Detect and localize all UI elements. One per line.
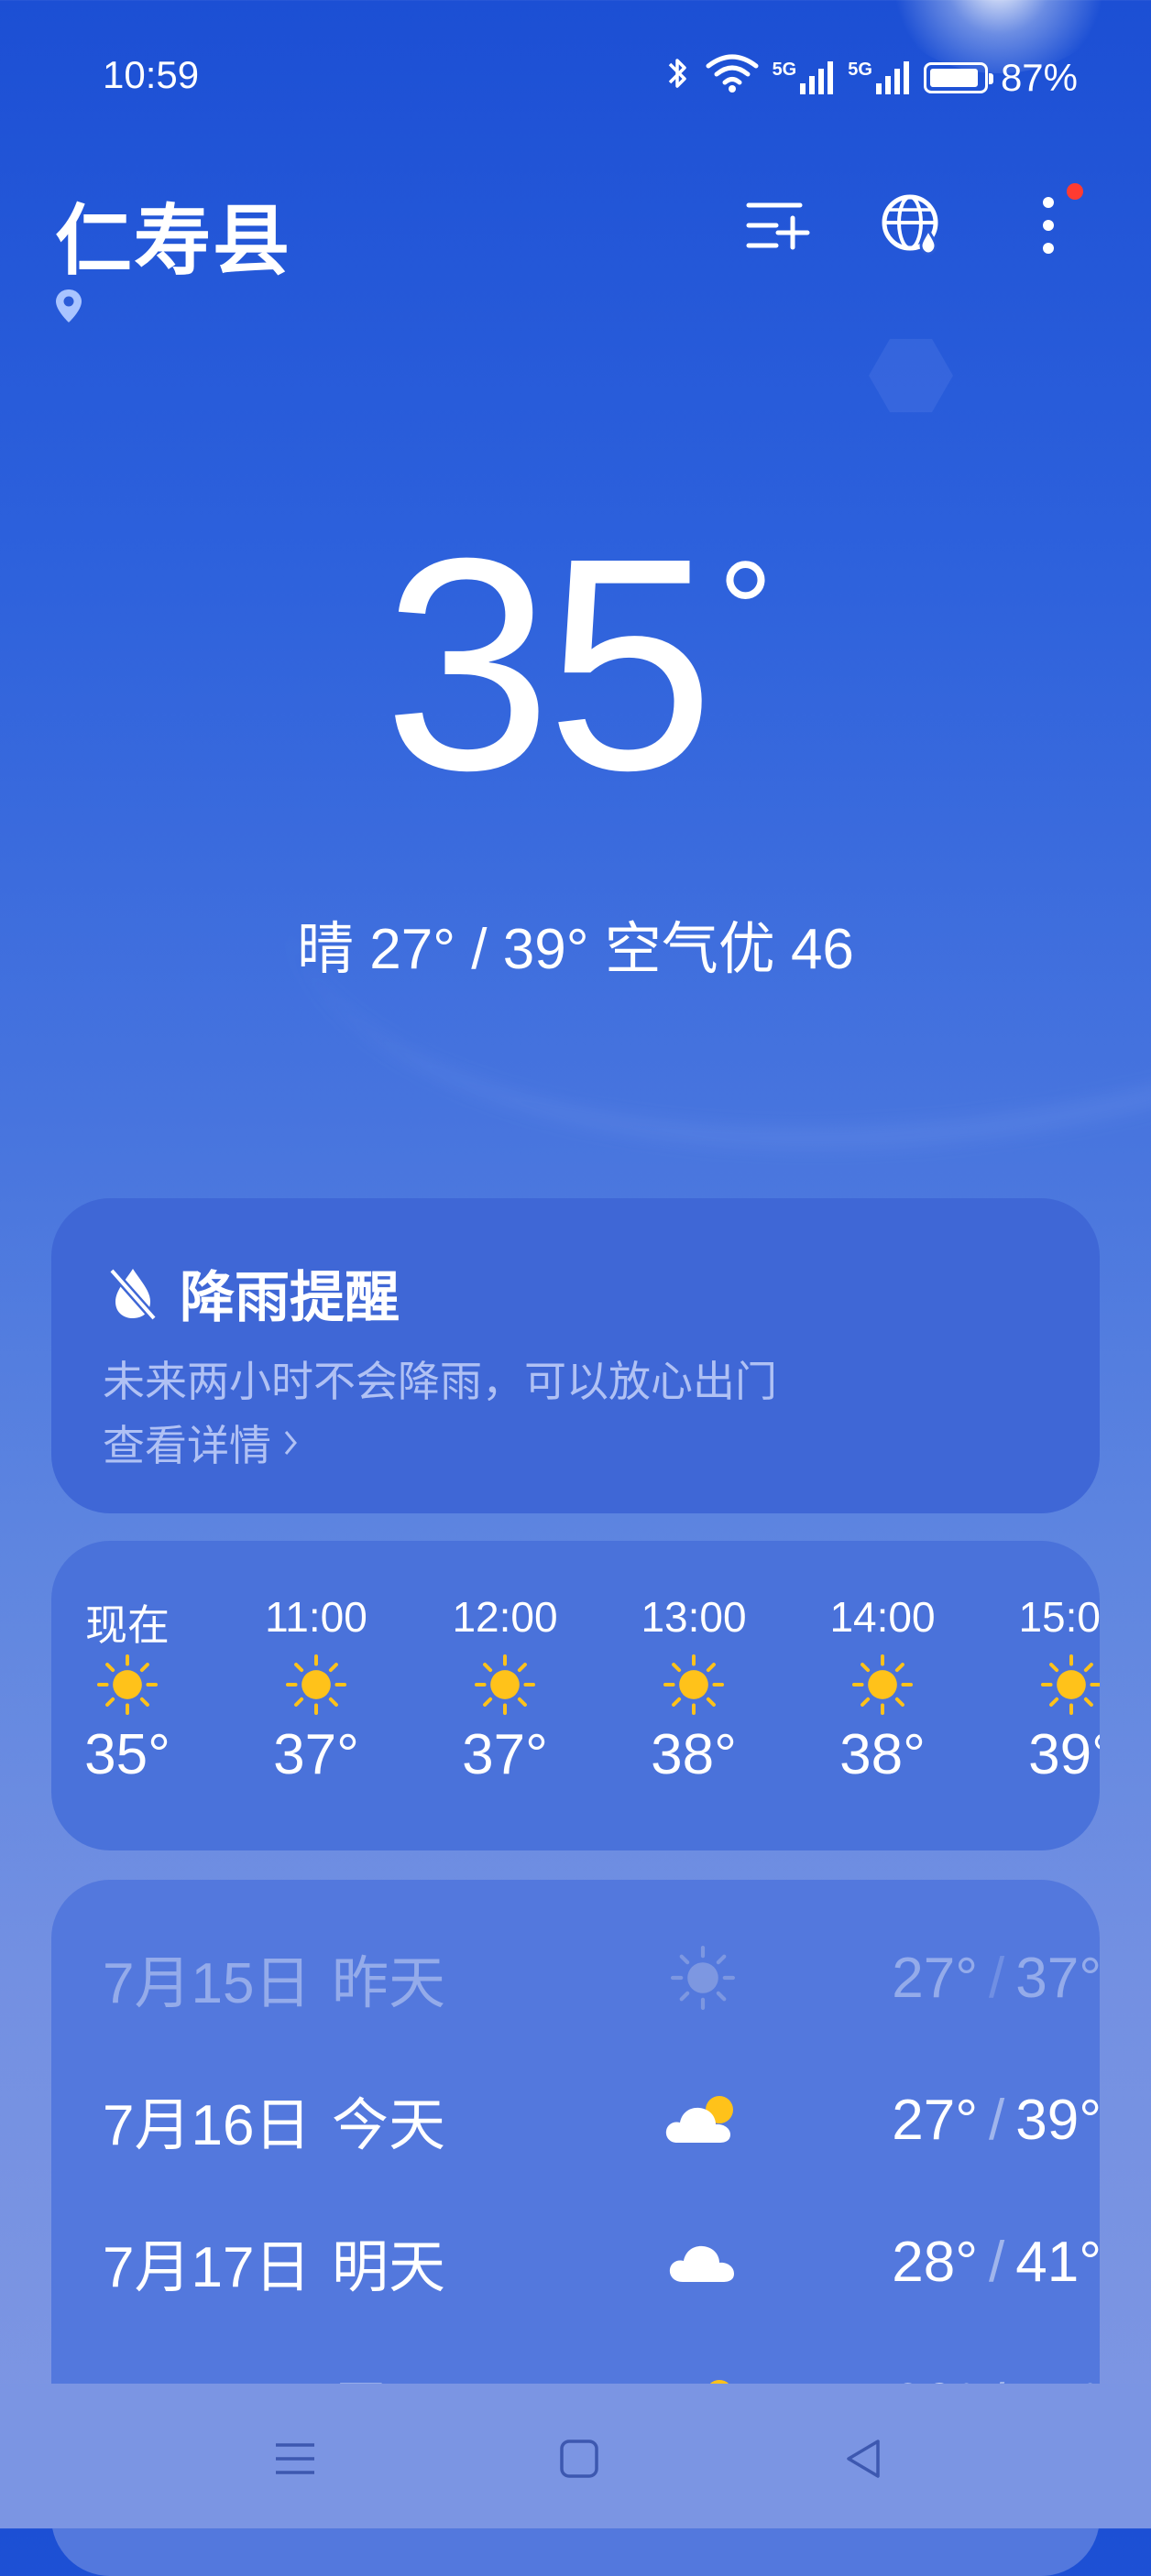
more-menu-icon: [1043, 197, 1054, 254]
rain-alert-title: 降雨提醒: [180, 1267, 400, 1328]
status-time: 10:59: [103, 53, 200, 96]
notification-badge: [1067, 183, 1083, 200]
hourly-time: 14:00: [829, 1593, 936, 1641]
hourly-time: 12:00: [452, 1593, 558, 1641]
back-triangle-icon: [847, 2440, 880, 2478]
range-separator: /: [989, 2230, 1005, 2294]
daily-high: 37°: [1015, 1946, 1100, 2010]
degree-symbol: °: [718, 532, 773, 686]
daily-row[interactable]: 7月16日 今天 27°/39°: [103, 2069, 1100, 2170]
home-square-icon: [560, 2440, 598, 2478]
range-separator: /: [989, 1946, 1005, 2010]
daily-temp-range: 28°/41°: [892, 2230, 1100, 2295]
sun-icon: [814, 1647, 951, 1722]
hourly-item[interactable]: 15:00 39°: [1003, 1592, 1100, 1787]
hourly-item[interactable]: 13:00 38°: [625, 1592, 762, 1787]
daily-low: 27°: [892, 1946, 978, 2010]
current-temperature-value: 35: [383, 495, 714, 833]
status-icons: 5G 5G 87%: [664, 53, 1078, 103]
hourly-temp: 38°: [839, 1723, 926, 1786]
sun-icon: [59, 1647, 196, 1722]
city-list-add-icon: [746, 202, 810, 250]
location-pin-icon: [53, 288, 84, 329]
signal-icon: 5G: [848, 60, 911, 96]
daily-low: 27°: [892, 2088, 978, 2152]
daily-temp-range: 27°/37°: [892, 1946, 1100, 2011]
daily-row[interactable]: 7月17日 明天 28°/41°: [103, 2211, 1100, 2312]
city-name[interactable]: 仁寿县: [55, 180, 291, 290]
weather-summary[interactable]: 晴 27° / 39° 空气优 46: [0, 902, 1151, 985]
globe-rain-icon: [882, 194, 938, 256]
battery-percent: 87%: [1000, 56, 1078, 99]
hourly-forecast-card[interactable]: 现在 35° 11:00 37° 12:00 37° 13:00 38° 14:00 3…: [51, 1541, 1100, 1850]
daily-temp-range: 27°/39°: [892, 2088, 1100, 2153]
hourly-item[interactable]: 现在 35°: [59, 1592, 196, 1787]
sun-icon: [625, 1647, 762, 1722]
network-type-label: 5G: [848, 60, 872, 80]
back-button[interactable]: [834, 2429, 893, 2488]
hourly-time: 13:00: [641, 1593, 747, 1641]
sun-icon: [247, 1647, 385, 1722]
hourly-temp: 37°: [273, 1723, 359, 1786]
daily-row[interactable]: 7月15日 昨天 27°/37°: [103, 1927, 1100, 2028]
wifi-icon: [705, 53, 760, 103]
hourly-time: 15:00: [1018, 1593, 1100, 1641]
hourly-item[interactable]: 11:00 37°: [247, 1592, 385, 1787]
current-temperature: 35°: [0, 513, 1151, 815]
no-rain-icon: [108, 1267, 158, 1321]
daily-date: 7月17日: [103, 2236, 312, 2299]
lens-flare-hexagon: [869, 339, 953, 412]
status-bar: 10:59 5G 5G 87%: [0, 53, 1151, 99]
rain-alert-message: 未来两小时不会降雨，可以放心出门: [103, 1358, 777, 1405]
sun-icon: [1003, 1647, 1100, 1722]
rain-alert-title-row: 降雨提醒: [106, 1253, 400, 1333]
daily-high: 39°: [1015, 2088, 1100, 2152]
sun-icon: [634, 1946, 772, 2010]
sun-icon: [436, 1647, 574, 1722]
hourly-temp: 35°: [84, 1723, 170, 1786]
home-button[interactable]: [550, 2429, 608, 2488]
daily-low: 28°: [892, 2230, 978, 2294]
daily-relative-day: 明天: [332, 2236, 446, 2299]
hourly-temp: 39°: [1028, 1723, 1100, 1786]
city-list-add-button[interactable]: [740, 189, 814, 262]
battery-icon: [923, 62, 993, 93]
more-menu-button[interactable]: [1012, 183, 1085, 262]
chevron-right-icon: [284, 1431, 297, 1455]
partly-cloudy-icon: [634, 2091, 772, 2148]
view-details-label: 查看详情: [103, 1422, 271, 1469]
signal-icon: 5G: [773, 60, 836, 96]
system-navigation-bar: [0, 2384, 1151, 2528]
globe-rain-button[interactable]: [876, 189, 949, 262]
network-type-label: 5G: [772, 60, 797, 80]
hourly-item[interactable]: 12:00 37°: [436, 1592, 574, 1787]
range-separator: /: [989, 2088, 1005, 2152]
daily-relative-day: 昨天: [332, 1952, 446, 2015]
menu-lines-icon: [276, 2443, 314, 2474]
daily-relative-day: 今天: [332, 2094, 446, 2157]
hourly-temp: 37°: [462, 1723, 548, 1786]
bluetooth-icon: [664, 54, 692, 102]
daily-date: 7月16日: [103, 2094, 312, 2157]
rain-alert-card[interactable]: 降雨提醒 未来两小时不会降雨，可以放心出门 查看详情: [51, 1198, 1100, 1513]
daily-date: 7月15日: [103, 1952, 312, 2015]
view-details-link[interactable]: 查看详情: [103, 1413, 299, 1473]
recent-apps-button[interactable]: [266, 2429, 324, 2488]
daily-high: 41°: [1015, 2230, 1100, 2294]
hourly-time: 11:00: [265, 1593, 367, 1641]
hourly-item[interactable]: 14:00 38°: [814, 1592, 951, 1787]
hourly-temp: 38°: [651, 1723, 737, 1786]
cloud-icon: [634, 2236, 772, 2287]
hourly-time: 现在: [85, 1601, 170, 1649]
